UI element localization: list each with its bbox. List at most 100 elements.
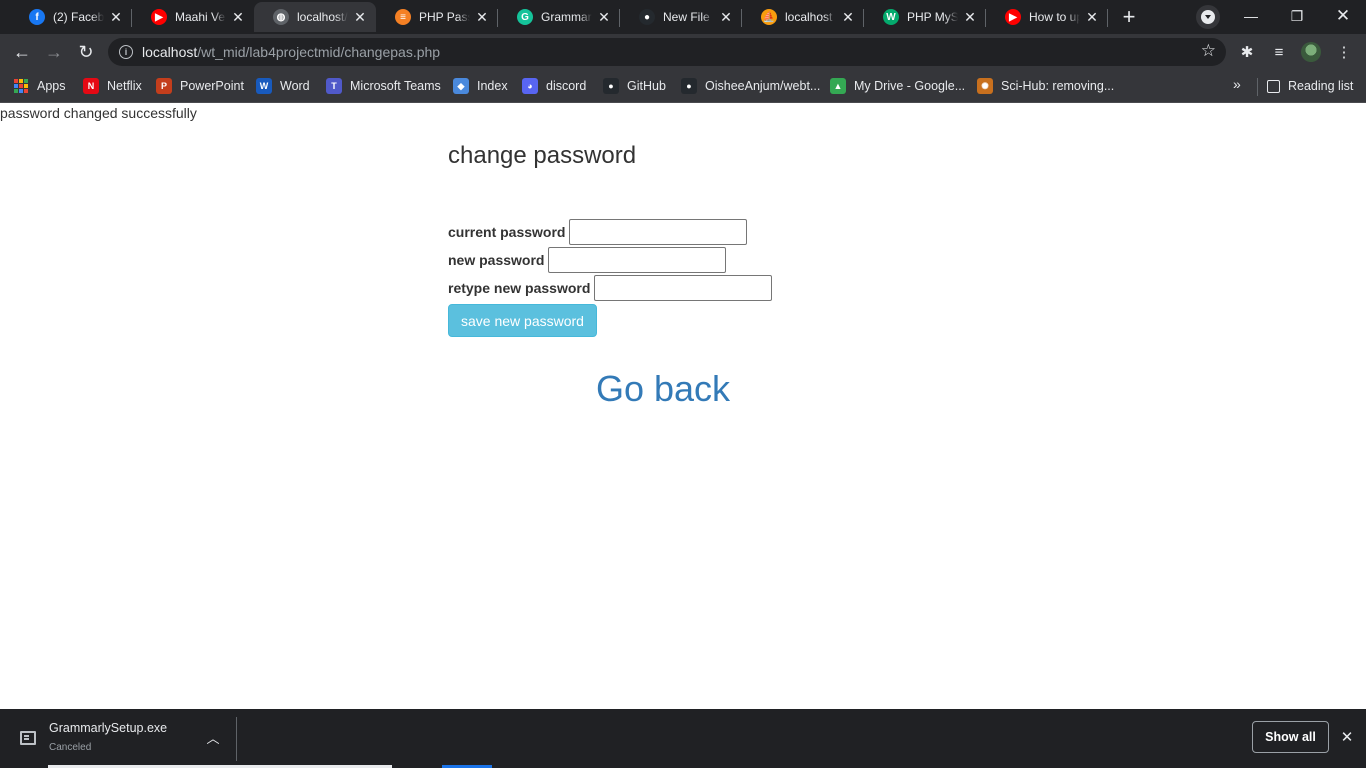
bookmark-label: Netflix xyxy=(107,79,142,93)
close-shelf-icon[interactable]: ✕ xyxy=(1338,728,1356,746)
download-item[interactable]: GrammarlySetup.exe Canceled ︿ xyxy=(0,709,236,768)
success-message: password changed successfully xyxy=(0,105,197,121)
more-bookmarks-chevron-icon[interactable]: » xyxy=(1233,76,1241,92)
menu-kebab-icon[interactable]: ⋮ xyxy=(1334,42,1354,62)
profile-avatar[interactable] xyxy=(1301,42,1321,62)
tab-search-icon xyxy=(1201,10,1215,24)
tab-title: Grammarly xyxy=(541,10,592,24)
retype-password-input[interactable] xyxy=(594,275,773,301)
bookmark-item[interactable]: ▲ My Drive - Google... xyxy=(830,76,965,96)
google-drive-icon: ▲ xyxy=(830,78,846,94)
word-icon: W xyxy=(256,78,272,94)
github-icon: ● xyxy=(639,9,655,25)
media-control-icon[interactable]: ≡ xyxy=(1269,42,1289,62)
apps-grid-dot xyxy=(19,84,23,88)
tab-title: localhost / xyxy=(785,10,836,24)
save-password-button[interactable]: save new password xyxy=(448,304,597,337)
browser-tab[interactable]: ◍ localhost/w ✕ xyxy=(254,2,376,32)
browser-tab[interactable]: ≡ PHP Pass v ✕ xyxy=(376,2,498,32)
bookmark-label: Sci-Hub: removing... xyxy=(1001,79,1115,93)
tab-title: PHP MySQ xyxy=(907,10,958,24)
apps-grid-dot xyxy=(24,84,28,88)
current-password-label: current password xyxy=(448,224,566,240)
w3schools-icon: W xyxy=(883,9,899,25)
minimize-button[interactable]: — xyxy=(1228,0,1274,32)
bookmark-label: GitHub xyxy=(627,79,666,93)
bookmark-label: Word xyxy=(280,79,310,93)
restore-button[interactable]: ❐ xyxy=(1274,0,1320,32)
browser-tab[interactable]: ▶ How to up ✕ xyxy=(986,2,1108,32)
go-back-link[interactable]: Go back xyxy=(0,368,1326,410)
browser-tab[interactable]: f (2) Facebook ✕ xyxy=(10,2,132,32)
bookmark-label: OisheeAnjum/webt... xyxy=(705,79,821,93)
tab-close-icon[interactable]: ✕ xyxy=(1084,9,1100,25)
tab-close-icon[interactable]: ✕ xyxy=(474,9,490,25)
facebook-icon: f xyxy=(29,9,45,25)
tab-title: New File xyxy=(663,10,710,24)
bookmark-star-icon[interactable]: ☆ xyxy=(1201,41,1216,61)
bookmark-item[interactable]: P PowerPoint xyxy=(156,76,244,96)
powerpoint-icon: P xyxy=(156,78,172,94)
reading-list-icon xyxy=(1267,79,1280,93)
tab-close-icon[interactable]: ✕ xyxy=(108,9,124,25)
browser-tab[interactable]: G Grammarly ✕ xyxy=(498,2,620,32)
back-button[interactable]: ← xyxy=(8,38,36,66)
retype-password-label: retype new password xyxy=(448,280,591,296)
site-info-icon[interactable]: i xyxy=(119,45,133,59)
bookmark-item[interactable]: ✺ Sci-Hub: removing... xyxy=(977,76,1114,96)
github-icon: ● xyxy=(603,78,619,94)
bookmark-label: Index xyxy=(477,79,508,93)
tab-close-icon[interactable]: ✕ xyxy=(840,9,856,25)
browser-tab[interactable]: W PHP MySQ ✕ xyxy=(864,2,986,32)
bookmark-item[interactable]: ● GitHub xyxy=(603,76,666,96)
shield-icon: ◆ xyxy=(453,78,469,94)
bookmark-item[interactable]: T Microsoft Teams xyxy=(326,76,441,96)
bookmark-item[interactable]: Apps xyxy=(14,76,66,96)
apps-grid-dot xyxy=(14,84,18,88)
current-password-row: current password xyxy=(448,219,748,245)
bookmark-item[interactable]: ● OisheeAnjum/webt... xyxy=(681,76,820,96)
bookmarks-bar: Apps N Netflix P PowerPoint W Word T Microsoft T… xyxy=(0,70,1366,103)
tab-close-icon[interactable]: ✕ xyxy=(962,9,978,25)
chevron-up-icon[interactable]: ︿ xyxy=(204,728,222,746)
new-password-input[interactable] xyxy=(548,247,727,273)
tab-title: How to up xyxy=(1029,10,1080,24)
tab-close-icon[interactable]: ✕ xyxy=(230,9,246,25)
url-host: localhost xyxy=(142,44,198,60)
tab-close-icon[interactable]: ✕ xyxy=(596,9,612,25)
close-window-button[interactable]: ✕ xyxy=(1320,0,1366,32)
new-tab-button[interactable]: + xyxy=(1116,4,1142,30)
retype-password-row: retype new password xyxy=(448,275,773,301)
apps-grid-dot xyxy=(24,79,28,83)
reading-list-label: Reading list xyxy=(1288,79,1354,93)
tab-close-icon[interactable]: ✕ xyxy=(718,9,734,25)
forward-button[interactable]: → xyxy=(40,38,68,66)
address-bar[interactable]: i localhost/wt_mid/lab4projectmid/change… xyxy=(108,38,1226,66)
reading-list-button[interactable]: Reading list xyxy=(1267,76,1353,96)
reload-button[interactable]: ↻ xyxy=(72,38,100,66)
new-password-label: new password xyxy=(448,252,545,268)
tab-title: Maahi Ve F xyxy=(175,10,226,24)
tab-title: localhost/w xyxy=(297,10,348,24)
bookmark-item[interactable]: W Word xyxy=(256,76,310,96)
page-content: password changed successfully change pas… xyxy=(0,104,1366,709)
browser-tab[interactable]: ● New File ✕ xyxy=(620,2,742,32)
bookmark-label: My Drive - Google... xyxy=(854,79,966,93)
browser-tab[interactable]: ▶ Maahi Ve F ✕ xyxy=(132,2,254,32)
phpmyadmin-icon: ⛵ xyxy=(761,9,777,25)
browser-tab[interactable]: ⛵ localhost / ✕ xyxy=(742,2,864,32)
file-icon xyxy=(20,731,36,745)
apps-grid-dot xyxy=(14,79,18,83)
bookmark-item[interactable]: ◕ discord xyxy=(522,76,586,96)
github-icon: ● xyxy=(681,78,697,94)
tab-search-button[interactable] xyxy=(1196,5,1220,29)
current-password-input[interactable] xyxy=(569,219,748,245)
tab-strip: f(2) Facebook✕▶Maahi Ve F✕◍localhost/w✕≡… xyxy=(0,0,1366,34)
bookmark-item[interactable]: N Netflix xyxy=(83,76,142,96)
show-all-button[interactable]: Show all xyxy=(1252,721,1329,753)
bookmark-item[interactable]: ◆ Index xyxy=(453,76,508,96)
extensions-icon[interactable]: ✱ xyxy=(1237,42,1257,62)
globe-icon: ◍ xyxy=(273,9,289,25)
tab-close-icon[interactable]: ✕ xyxy=(352,9,368,25)
teams-icon: T xyxy=(326,78,342,94)
